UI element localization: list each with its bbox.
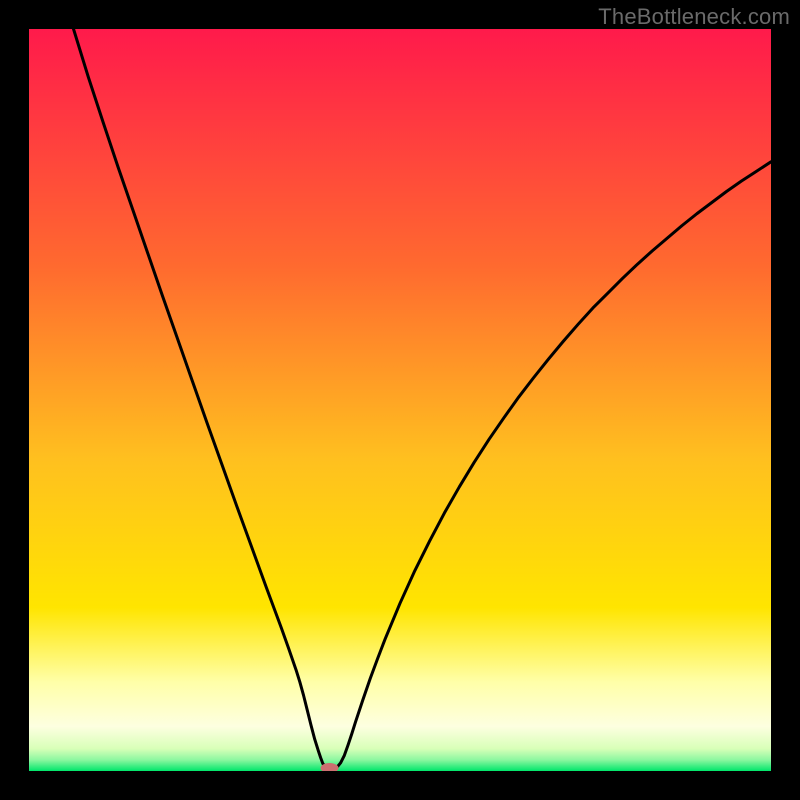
plot-background bbox=[29, 29, 771, 771]
chart-frame: TheBottleneck.com bbox=[0, 0, 800, 800]
minimum-marker bbox=[321, 763, 339, 773]
chart-svg bbox=[0, 0, 800, 800]
